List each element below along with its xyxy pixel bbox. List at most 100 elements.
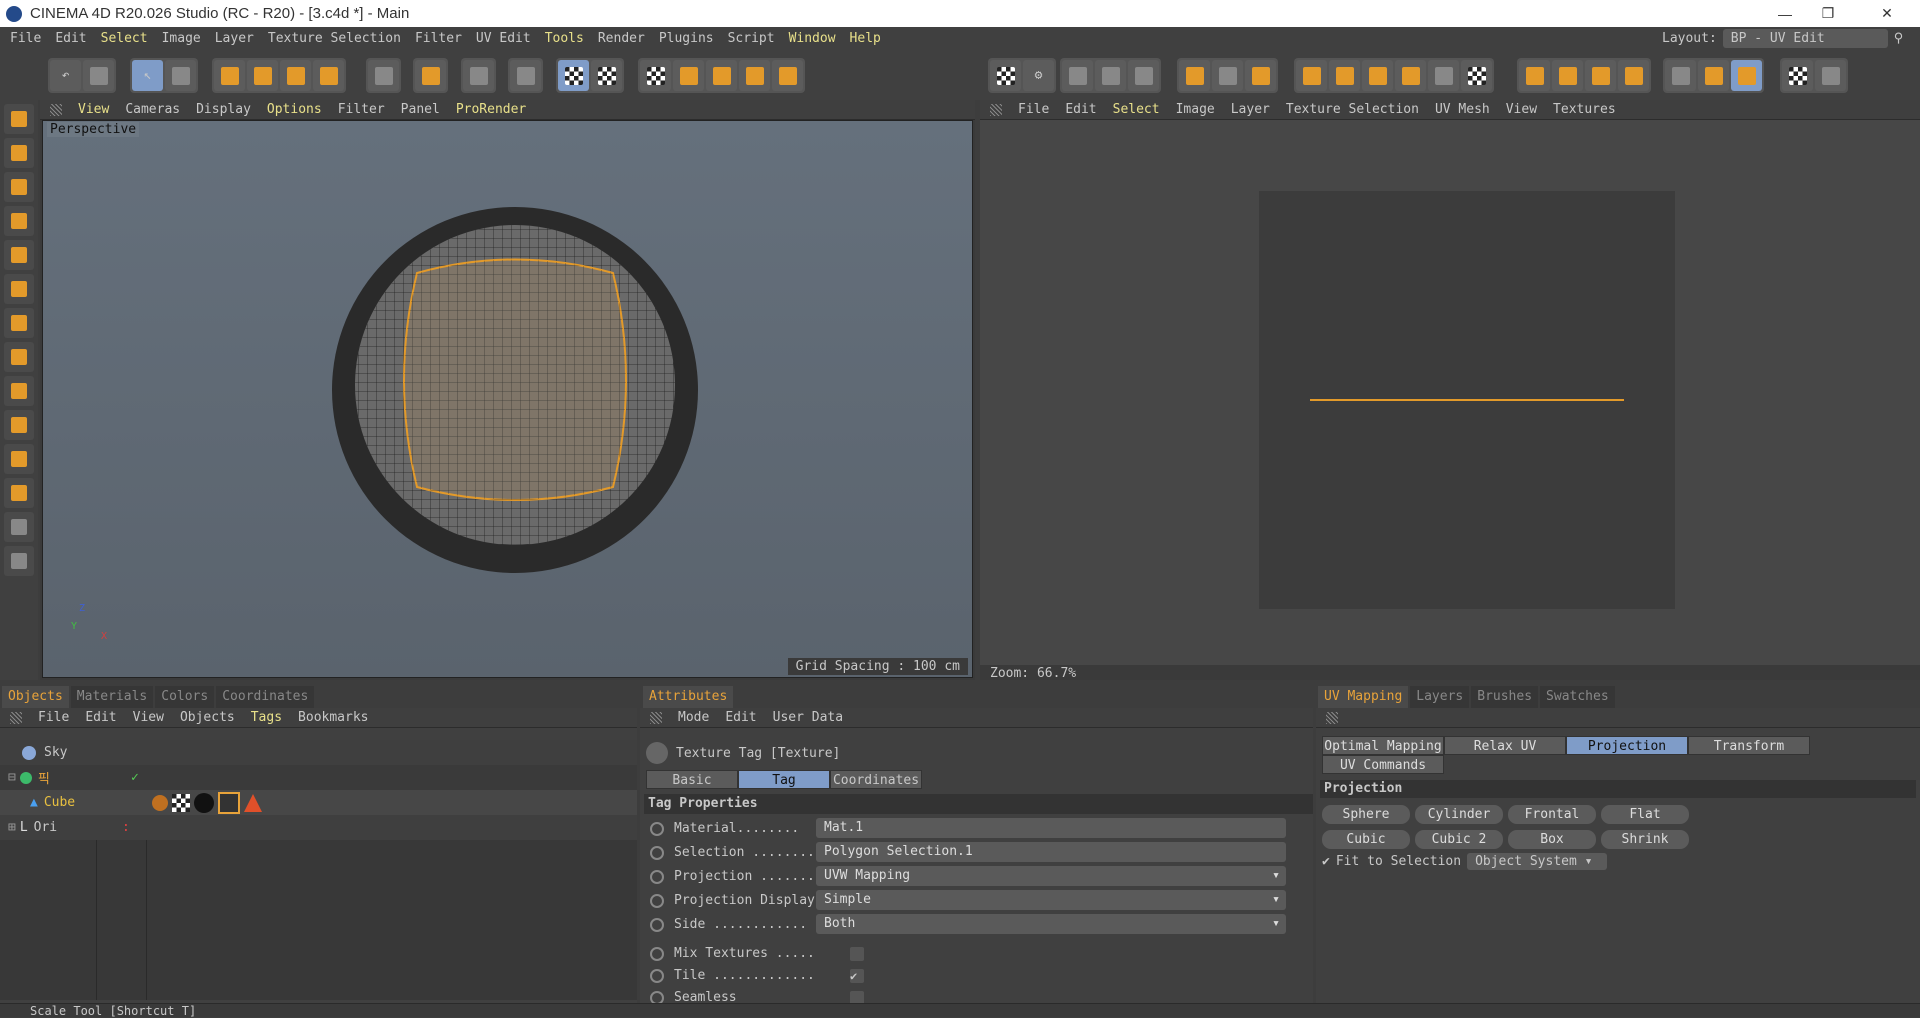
- property-field[interactable]: Both ▾: [816, 914, 1286, 934]
- menu-filter[interactable]: Filter: [415, 31, 462, 46]
- brush-icon[interactable]: [4, 240, 34, 270]
- align-h-icon[interactable]: [1519, 60, 1550, 91]
- layout-dropdown[interactable]: BP - UV Edit: [1722, 29, 1888, 48]
- mirror-down-icon[interactable]: [1329, 60, 1360, 91]
- undo-icon[interactable]: ↶: [50, 60, 81, 91]
- gradient-icon[interactable]: [4, 342, 34, 372]
- property-field[interactable]: UVW Mapping ▾: [816, 866, 1286, 886]
- menu-panel[interactable]: Panel: [401, 102, 440, 117]
- menu-layer[interactable]: Layer: [215, 31, 254, 46]
- uv-grid-2-icon[interactable]: [1212, 60, 1243, 91]
- menu-plugins[interactable]: Plugins: [659, 31, 714, 46]
- object-name[interactable]: Ori: [34, 820, 57, 835]
- tab-attributes[interactable]: Attributes: [643, 686, 734, 708]
- menu-view[interactable]: View: [133, 710, 164, 725]
- rect-select-icon[interactable]: [4, 138, 34, 168]
- drop-icon[interactable]: [4, 376, 34, 406]
- animate-radio-icon[interactable]: [650, 821, 664, 836]
- tag-material-icon[interactable]: [194, 792, 214, 813]
- perspective-view[interactable]: Perspective Z Y X Grid Spacing : 100 cm: [42, 120, 973, 678]
- subtab-relax-uv[interactable]: Relax UV: [1444, 736, 1566, 755]
- property-field[interactable]: Simple ▾: [816, 890, 1286, 910]
- menu-file[interactable]: File: [38, 710, 69, 725]
- uv-edges-icon[interactable]: [673, 60, 704, 91]
- uv-grid-icon[interactable]: [1179, 60, 1210, 91]
- align-v-icon[interactable]: [1552, 60, 1583, 91]
- paint-3d-icon[interactable]: [415, 60, 446, 91]
- square-grid-icon[interactable]: [1731, 60, 1762, 91]
- checkerboard-icon[interactable]: [990, 60, 1021, 91]
- menu-edit[interactable]: Edit: [725, 710, 756, 725]
- menu-display[interactable]: Display: [196, 102, 251, 117]
- menu-filter[interactable]: Filter: [338, 102, 385, 117]
- tag-texture-icon[interactable]: [218, 791, 240, 814]
- menu-view[interactable]: View: [1506, 102, 1537, 117]
- paint-brush-icon[interactable]: [368, 60, 399, 91]
- mirror-up-icon[interactable]: [1296, 60, 1327, 91]
- sphere-button[interactable]: Sphere: [1322, 805, 1410, 824]
- flip-icon[interactable]: [1362, 60, 1393, 91]
- menu-file[interactable]: File: [1018, 102, 1049, 117]
- checkbox[interactable]: [850, 946, 864, 961]
- menu-bookmarks[interactable]: Bookmarks: [298, 710, 368, 725]
- subtab-coordinates[interactable]: Coordinates: [830, 770, 922, 789]
- tab-objects[interactable]: Objects: [2, 686, 69, 708]
- uv-uncheck-icon[interactable]: [1815, 60, 1846, 91]
- animate-radio-icon[interactable]: [650, 917, 664, 932]
- eraser-icon[interactable]: [4, 308, 34, 338]
- menu-tools[interactable]: Tools: [545, 31, 584, 46]
- texture-mode-icon[interactable]: [558, 60, 589, 91]
- uv-polygons-icon[interactable]: [706, 60, 737, 91]
- tab-colors[interactable]: Colors: [155, 686, 215, 708]
- flat-button[interactable]: Flat: [1601, 805, 1689, 824]
- tag-phong-icon[interactable]: [244, 793, 262, 812]
- menu-options[interactable]: Options: [267, 102, 322, 117]
- tab-layers[interactable]: Layers: [1410, 686, 1470, 708]
- disabled-icon[interactable]: [1428, 60, 1459, 91]
- subtab-basic[interactable]: Basic: [646, 770, 738, 789]
- menu-user-data[interactable]: User Data: [773, 710, 843, 725]
- object-row-cube[interactable]: ▲ Cube: [0, 790, 637, 815]
- smudge-icon[interactable]: [4, 410, 34, 440]
- cylinder-button[interactable]: Cylinder: [1415, 805, 1503, 824]
- shrink-button[interactable]: Shrink: [1601, 830, 1689, 849]
- object-row-ori[interactable]: ⊞ L Ori:: [0, 815, 637, 840]
- uv-canvas[interactable]: [980, 120, 1920, 665]
- menu-objects[interactable]: Objects: [180, 710, 235, 725]
- menu-tags[interactable]: Tags: [251, 710, 282, 725]
- polygons-mode-icon[interactable]: [772, 60, 803, 91]
- animate-radio-icon[interactable]: [650, 845, 664, 860]
- expand-icon[interactable]: ⊞: [8, 820, 16, 835]
- subtab-projection[interactable]: Projection: [1566, 736, 1688, 755]
- live-selection-icon[interactable]: ↖: [132, 60, 163, 91]
- menu-select[interactable]: Select: [1113, 102, 1160, 117]
- distribute-h-icon[interactable]: [1585, 60, 1616, 91]
- checker-tool-icon[interactable]: [4, 206, 34, 236]
- search-icon[interactable]: ⚲: [1894, 31, 1904, 46]
- frontal-button[interactable]: Frontal: [1508, 805, 1596, 824]
- menu-texture-selection[interactable]: Texture Selection: [268, 31, 401, 46]
- menu-uv-edit[interactable]: UV Edit: [476, 31, 531, 46]
- uv-check-icon[interactable]: [1782, 60, 1813, 91]
- menu-textures[interactable]: Textures: [1553, 102, 1616, 117]
- cubic-2-button[interactable]: Cubic 2: [1415, 830, 1503, 849]
- menu-script[interactable]: Script: [728, 31, 775, 46]
- expand-icon[interactable]: [1461, 60, 1492, 91]
- texture-mode-2-icon[interactable]: [591, 60, 622, 91]
- fit-to-selection-checkbox[interactable]: ✔: [1322, 854, 1330, 869]
- menu-help[interactable]: Help: [850, 31, 881, 46]
- subtab-tag[interactable]: Tag: [738, 770, 830, 789]
- enabled-check-icon[interactable]: ✓: [131, 770, 139, 785]
- menu-prorender[interactable]: ProRender: [456, 102, 526, 117]
- menu-edit[interactable]: Edit: [55, 31, 86, 46]
- star-icon[interactable]: [4, 478, 34, 508]
- text-icon[interactable]: [4, 444, 34, 474]
- box-button[interactable]: Box: [1508, 830, 1596, 849]
- sculpt-icon[interactable]: [463, 60, 494, 91]
- scale-icon[interactable]: [247, 60, 278, 91]
- rotate-icon[interactable]: [280, 60, 311, 91]
- menu-mode[interactable]: Mode: [678, 710, 709, 725]
- view-cube-icon[interactable]: [165, 60, 196, 91]
- maximize-button[interactable]: ❐: [1803, 0, 1853, 27]
- uv-texture-area[interactable]: [1259, 191, 1675, 609]
